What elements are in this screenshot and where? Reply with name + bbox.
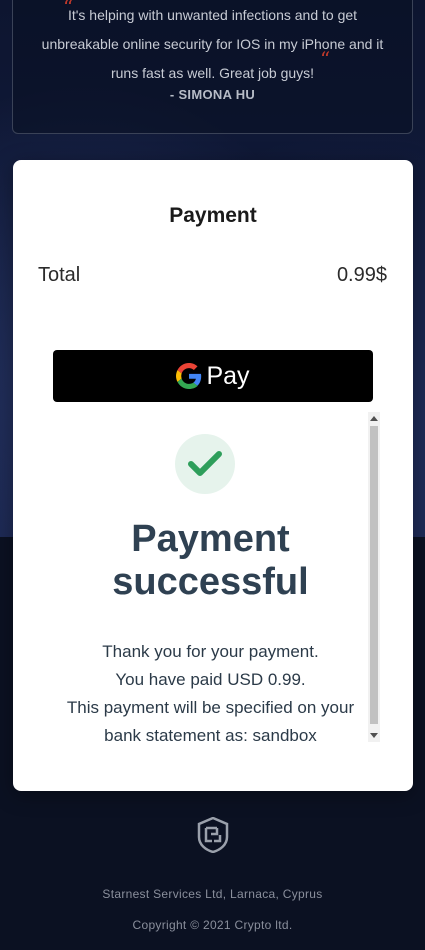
footer-company: Starnest Services Ltd, Larnaca, Cyprus <box>102 887 323 901</box>
payment-modal: Payment Total 0.99$ Pay Payment successf… <box>13 160 413 791</box>
close-quote-icon: “ <box>320 47 331 71</box>
testimonial-author: - SIMONA HU <box>169 87 256 102</box>
payment-confirmation-frame[interactable]: Payment successful Thank you for your pa… <box>53 412 380 742</box>
scroll-thumb[interactable] <box>370 426 378 724</box>
success-title: Payment successful <box>112 518 309 603</box>
google-pay-button[interactable]: Pay <box>53 350 373 402</box>
testimonial-card: “ It's helping with unwanted infections … <box>12 0 413 134</box>
company-logo-icon <box>197 817 229 853</box>
testimonial-text: It's helping with unwanted infections an… <box>41 7 384 81</box>
success-line-2: You have paid USD 0.99. <box>115 670 306 689</box>
success-line-1: Thank you for your payment. <box>102 642 319 661</box>
frame-scrollbar[interactable] <box>368 412 380 742</box>
total-row: Total 0.99$ <box>38 264 387 288</box>
success-line-3: This payment will be specified on your b… <box>66 698 355 742</box>
google-g-icon <box>176 363 202 389</box>
gpay-label: Pay <box>206 361 250 390</box>
scroll-down-icon[interactable] <box>370 733 378 738</box>
success-check-icon <box>175 434 235 494</box>
payment-title: Payment <box>169 204 257 227</box>
footer-copyright: Copyright © 2021 Crypto ltd. <box>132 918 293 932</box>
success-message: Thank you for your payment. You have pai… <box>53 638 368 742</box>
scroll-up-icon[interactable] <box>370 416 378 421</box>
total-amount: 0.99$ <box>336 264 387 286</box>
total-label: Total <box>38 264 81 286</box>
